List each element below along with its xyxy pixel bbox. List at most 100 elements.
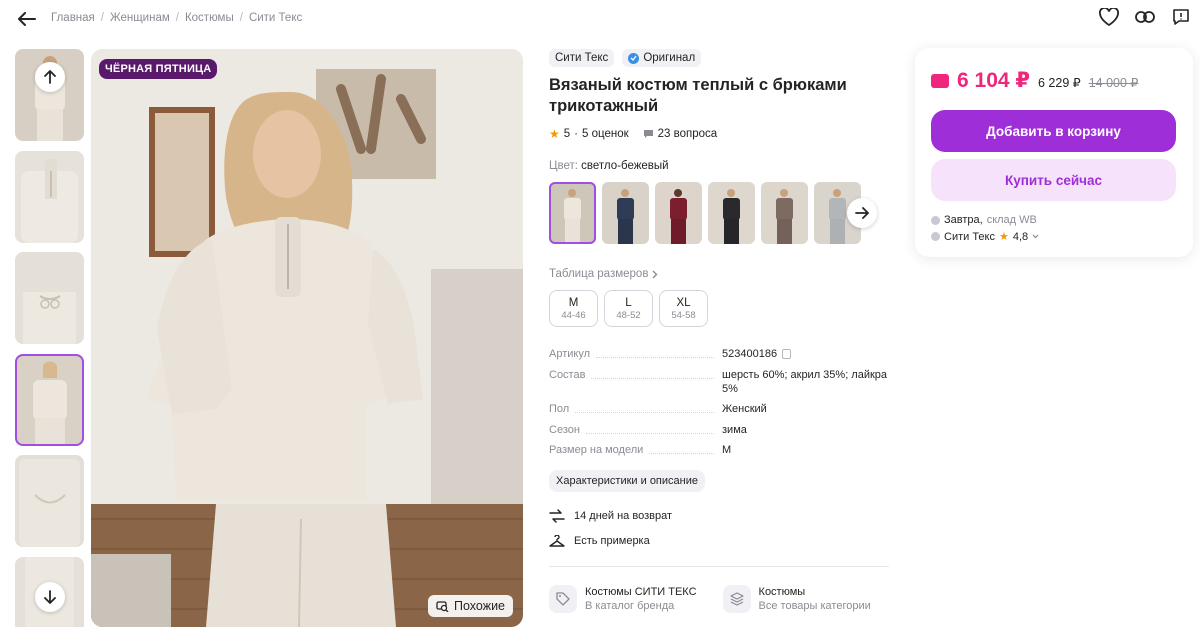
questions-link[interactable]: 23 вопроса xyxy=(643,128,718,140)
thumbnail[interactable] xyxy=(15,252,84,344)
catalog-title: Костюмы xyxy=(758,585,806,598)
size-option-m[interactable]: M 44-46 xyxy=(549,290,598,327)
color-value: светло-бежевый xyxy=(581,160,669,172)
seller-rating: 4,8 xyxy=(1012,230,1029,243)
size-range: 44-46 xyxy=(561,309,586,321)
spec-row: Размер на модели M xyxy=(549,443,889,457)
reviews-count[interactable]: 5 оценок xyxy=(582,128,629,140)
color-variant-mocha[interactable] xyxy=(761,182,808,244)
size-label: M xyxy=(568,296,579,309)
similar-button[interactable]: Похожие xyxy=(427,595,513,617)
breadcrumb-separator: / xyxy=(175,12,179,24)
report-icon[interactable] xyxy=(1170,6,1192,28)
size-label: XL xyxy=(676,296,691,309)
original-label: Оригинал xyxy=(643,52,696,64)
main-product-photo[interactable]: ЧЁРНАЯ ПЯТНИЦА Похожие xyxy=(91,49,523,627)
back-arrow-icon[interactable] xyxy=(16,8,38,30)
chat-icon xyxy=(643,130,653,138)
top-actions xyxy=(1098,6,1192,28)
star-icon: ★ xyxy=(549,127,560,141)
product-photo-image xyxy=(91,49,523,627)
spec-key: Состав xyxy=(549,368,586,381)
wallet-icon xyxy=(931,74,949,88)
rating-row: ★ 5 · 5 оценок 23 вопроса xyxy=(549,127,891,141)
size-option-l[interactable]: L 48-52 xyxy=(604,290,653,327)
similar-icon xyxy=(436,600,449,612)
spec-value: Женский xyxy=(722,403,767,415)
size-table-link[interactable]: Таблица размеров xyxy=(549,268,891,280)
thumbnail-selected[interactable] xyxy=(15,353,84,446)
questions-count: 23 вопроса xyxy=(657,128,718,140)
chevron-down-icon xyxy=(1032,234,1039,239)
price-row: 6 104 ₽ 6 229 ₽ 14 000 ₽ xyxy=(931,68,1177,93)
spec-row: Пол Женский xyxy=(549,402,889,416)
arrow-right-icon xyxy=(855,207,869,219)
color-variant-burgundy[interactable] xyxy=(655,182,702,244)
fitting-info: Есть примерка xyxy=(549,534,891,548)
characteristics-button[interactable]: Характеристики и описание xyxy=(549,469,705,492)
seller-name: Сити Текс xyxy=(944,230,995,243)
hanger-icon xyxy=(549,534,565,547)
color-variant-navy[interactable] xyxy=(602,182,649,244)
brand-chip[interactable]: Сити Текс xyxy=(549,49,615,67)
spec-key: Размер на модели xyxy=(549,444,644,456)
fitting-label: Есть примерка xyxy=(574,535,650,547)
color-variant-black[interactable] xyxy=(708,182,755,244)
thumbnail-strip xyxy=(15,49,85,627)
delivery-icon xyxy=(931,215,940,225)
color-variant-beige[interactable] xyxy=(549,182,596,244)
price-current: 6 104 ₽ xyxy=(957,69,1030,92)
arrow-up-icon xyxy=(44,70,56,84)
thumbnail[interactable] xyxy=(15,455,84,547)
layers-icon xyxy=(722,584,751,613)
spec-row: Сезон зима xyxy=(549,423,889,437)
copy-icon[interactable] xyxy=(782,349,792,360)
size-label: L xyxy=(625,296,632,309)
link-icon[interactable] xyxy=(1134,6,1156,28)
breadcrumb-separator: / xyxy=(239,12,243,24)
color-label-text: Цвет: xyxy=(549,160,578,172)
specs-list: Артикул 523400186 Состав шерсть 60%; акр… xyxy=(549,347,889,492)
catalog-title: Костюмы СИТИ ТЕКС xyxy=(585,585,697,598)
spec-value: M xyxy=(722,444,732,456)
spec-value: шерсть 60%; акрил 35%; лайкра 5% xyxy=(722,368,888,395)
breadcrumb-home[interactable]: Главная xyxy=(51,12,95,24)
buy-now-button[interactable]: Купить сейчас xyxy=(931,159,1176,201)
delivery-info: Завтра, склад WB xyxy=(931,214,1177,226)
breadcrumb-suits[interactable]: Костюмы xyxy=(185,12,234,24)
size-table-label: Таблица размеров xyxy=(549,268,649,280)
divider xyxy=(549,565,889,567)
heart-icon[interactable] xyxy=(1098,6,1120,28)
return-label: 14 дней на возврат xyxy=(574,509,672,522)
thumbnail[interactable] xyxy=(15,150,84,243)
color-variants xyxy=(549,182,891,244)
thumbnails-down-button[interactable] xyxy=(35,582,65,612)
variants-next-button[interactable] xyxy=(847,198,877,228)
delivery-date: Завтра, xyxy=(944,214,983,226)
size-option-xl[interactable]: XL 54-58 xyxy=(659,290,708,327)
buy-card: 6 104 ₽ 6 229 ₽ 14 000 ₽ Добавить в корз… xyxy=(915,48,1193,257)
tag-icon xyxy=(549,584,577,613)
spec-key: Сезон xyxy=(549,423,580,436)
category-catalog-link[interactable]: Костюмы Все товары категории xyxy=(722,584,871,613)
return-arrows-icon xyxy=(549,508,565,523)
return-policy: 14 дней на возврат xyxy=(549,508,891,523)
original-badge: Оригинал xyxy=(622,49,702,67)
product-info: Сити Текс Оригинал Вязаный костюм теплый… xyxy=(549,49,891,613)
spec-value: зима xyxy=(722,423,747,436)
spec-row: Артикул 523400186 xyxy=(549,347,889,361)
catalog-subtitle: Все товары категории xyxy=(758,599,871,612)
seller-link[interactable]: Сити Текс ★ 4,8 xyxy=(931,230,1177,243)
arrow-down-icon xyxy=(44,590,56,604)
chevron-right-icon xyxy=(652,270,658,278)
breadcrumb-women[interactable]: Женщинам xyxy=(110,12,170,24)
promo-badge: ЧЁРНАЯ ПЯТНИЦА xyxy=(99,59,218,79)
add-to-cart-button[interactable]: Добавить в корзину xyxy=(931,110,1176,152)
size-range: 54-58 xyxy=(671,309,696,321)
brand-catalog-link[interactable]: Костюмы СИТИ ТЕКС В каталог бренда xyxy=(549,584,697,613)
similar-label: Похожие xyxy=(453,599,505,613)
product-title: Вязаный костюм теплый с брюками трикотаж… xyxy=(549,76,847,115)
thumbnails-up-button[interactable] xyxy=(35,62,65,92)
price-old: 14 000 ₽ xyxy=(1088,76,1139,90)
breadcrumb-brand[interactable]: Сити Текс xyxy=(249,12,302,24)
